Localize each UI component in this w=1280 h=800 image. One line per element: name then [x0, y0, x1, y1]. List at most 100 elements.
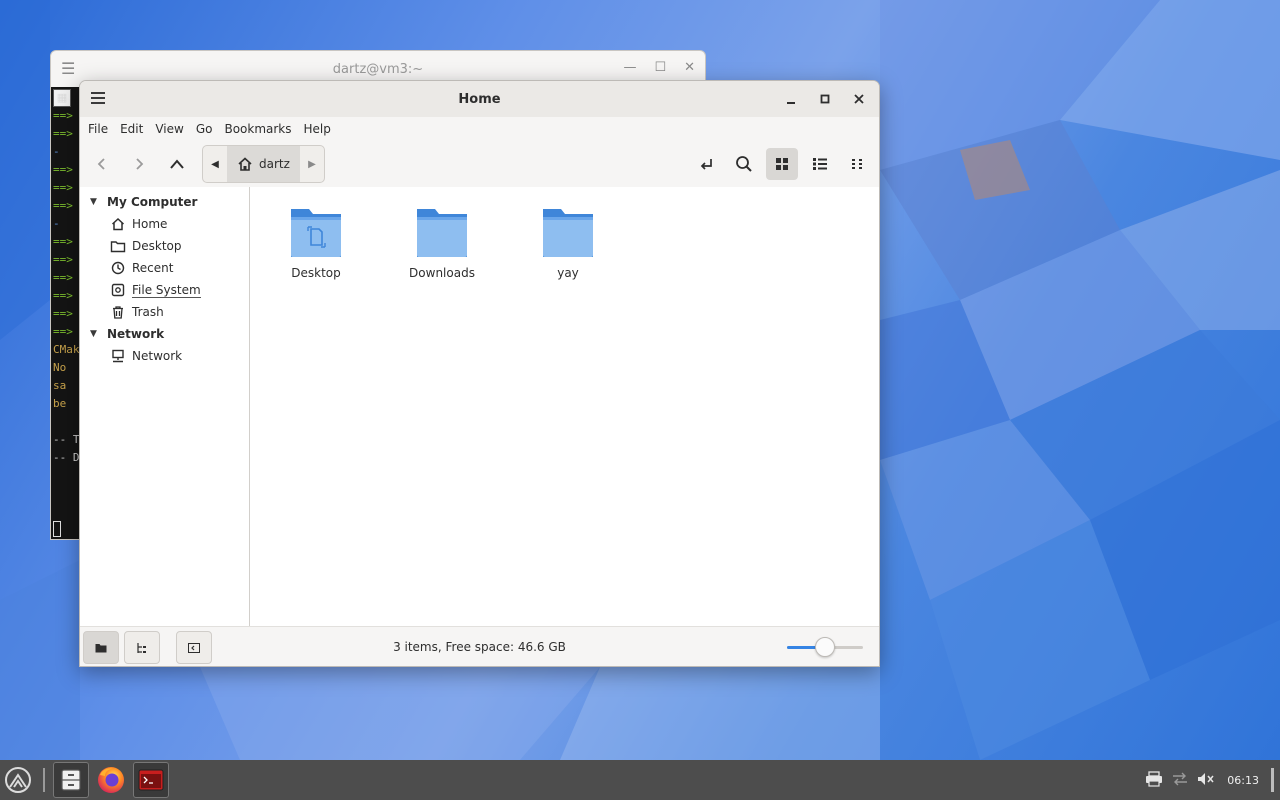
folder-icon	[110, 238, 126, 254]
folder-icon	[417, 209, 467, 257]
maximize-button[interactable]	[813, 87, 837, 111]
network-status-icon[interactable]	[1171, 771, 1189, 790]
sidebar[interactable]: ▼ My Computer Home Desktop Recent File S…	[80, 187, 250, 626]
terminal-line: ==>	[53, 109, 73, 122]
terminal-line: ==>	[53, 307, 73, 320]
toggle-sidebar-button[interactable]	[176, 631, 212, 664]
list-view-icon	[813, 158, 827, 170]
menu-view[interactable]: View	[149, 122, 189, 136]
sidebar-item-trash[interactable]: Trash	[80, 301, 249, 323]
statusbar: 3 items, Free space: 46.6 GB	[80, 626, 879, 666]
sidebar-item-recent[interactable]: Recent	[80, 257, 249, 279]
minimize-button[interactable]	[779, 87, 803, 111]
terminal-maximize-icon[interactable]: ☐	[654, 60, 666, 75]
file-item-desktop[interactable]: Desktop	[268, 205, 364, 280]
breadcrumb: ◀ dartz ▶	[202, 145, 325, 183]
folder-desktop-icon	[291, 209, 341, 257]
breadcrumb-home[interactable]: dartz	[227, 146, 300, 182]
menu-bookmarks[interactable]: Bookmarks	[218, 122, 297, 136]
maximize-icon	[820, 94, 830, 104]
compact-view-icon	[852, 159, 862, 169]
file-item-downloads[interactable]: Downloads	[394, 205, 490, 280]
taskbar-separator	[43, 768, 45, 792]
toggle-location-button[interactable]	[690, 148, 722, 180]
expander-down-icon: ▼	[90, 329, 97, 339]
back-button[interactable]	[86, 148, 118, 180]
terminal-close-icon[interactable]: ✕	[684, 60, 695, 75]
sidebar-item-desktop[interactable]: Desktop	[80, 235, 249, 257]
toolbar: ◀ dartz ▶	[80, 141, 879, 187]
terminal-tab-icon[interactable]: ▦	[53, 89, 71, 107]
trash-icon	[110, 304, 126, 320]
clock[interactable]: 06:13	[1227, 774, 1259, 787]
start-menu-button[interactable]	[2, 762, 34, 798]
file-item-yay[interactable]: yay	[520, 205, 616, 280]
terminal-line: -	[53, 145, 60, 158]
sidebar-item-file-system[interactable]: File System	[80, 279, 249, 301]
terminal-line: No	[53, 361, 67, 374]
content-area: ▼ My Computer Home Desktop Recent File S…	[80, 187, 879, 626]
icon-view-button[interactable]	[766, 148, 798, 180]
sidebar-section-label: Network	[107, 327, 165, 341]
terminal-minimize-icon[interactable]: —	[623, 60, 636, 75]
menu-edit[interactable]: Edit	[114, 122, 149, 136]
menu-help[interactable]: Help	[298, 122, 337, 136]
terminal-line: ==>	[53, 253, 73, 266]
terminal-line: ==>	[53, 199, 73, 212]
file-view[interactable]: Desktop Downloads yay	[250, 187, 879, 626]
chevron-up-icon	[170, 159, 184, 169]
terminal-line: ==>	[53, 289, 73, 302]
show-tree-button[interactable]	[124, 631, 160, 664]
window-title: Home	[458, 91, 501, 107]
menu-go[interactable]: Go	[190, 122, 219, 136]
sidebar-section-my-computer[interactable]: ▼ My Computer	[80, 191, 249, 213]
chevron-left-icon	[97, 158, 105, 170]
terminal-line: ==>	[53, 325, 73, 338]
path-scroll-left-button[interactable]: ◀	[203, 146, 227, 182]
taskbar-file-manager[interactable]	[53, 762, 89, 798]
grid-view-icon	[776, 158, 788, 170]
sidebar-item-network[interactable]: Network	[80, 345, 249, 367]
volume-muted-icon[interactable]	[1197, 771, 1215, 790]
drive-icon	[110, 282, 126, 298]
file-manager-window[interactable]: Home File Edit View Go Bookmarks Help ◀ …	[79, 80, 880, 667]
sidebar-item-label: Trash	[132, 305, 164, 319]
terminal-cursor	[53, 521, 61, 537]
breadcrumb-label: dartz	[259, 157, 290, 171]
zoom-slider[interactable]	[787, 637, 863, 657]
firefox-icon	[98, 767, 124, 793]
taskbar-firefox[interactable]	[93, 762, 129, 798]
list-view-button[interactable]	[804, 148, 836, 180]
titlebar[interactable]: Home	[80, 81, 879, 117]
show-desktop-button[interactable]	[1271, 768, 1274, 792]
file-name: yay	[557, 266, 579, 280]
terminal-line: -- T	[53, 433, 80, 446]
terminal-line: sa	[53, 379, 67, 392]
app-menu-icon[interactable]	[89, 89, 107, 107]
sidebar-item-home[interactable]: Home	[80, 213, 249, 235]
menu-file[interactable]: File	[82, 122, 114, 136]
system-tray: 06:13	[1145, 760, 1280, 800]
search-button[interactable]	[728, 148, 760, 180]
terminal-title: dartz@vm3:~	[332, 61, 424, 77]
tree-view-icon	[137, 642, 146, 653]
file-cabinet-icon	[61, 769, 81, 791]
close-button[interactable]	[847, 87, 871, 111]
up-button[interactable]	[161, 148, 193, 180]
sidebar-toggle-icon	[188, 642, 200, 653]
minimize-icon	[787, 102, 795, 104]
sidebar-item-label: Home	[132, 217, 168, 231]
zoom-slider-handle[interactable]	[815, 637, 835, 657]
forward-button[interactable]	[123, 148, 155, 180]
sidebar-section-network[interactable]: ▼ Network	[80, 323, 249, 345]
sidebar-item-label: File System	[132, 282, 201, 298]
terminal-line: ==>	[53, 163, 73, 176]
folder-icon	[543, 209, 593, 257]
home-icon	[238, 157, 252, 171]
taskbar: 06:13	[0, 760, 1280, 800]
path-scroll-right-button[interactable]: ▶	[300, 146, 324, 182]
compact-view-button[interactable]	[842, 148, 874, 180]
taskbar-terminal[interactable]	[133, 762, 169, 798]
show-places-button[interactable]	[83, 631, 119, 664]
printer-icon[interactable]	[1145, 770, 1163, 790]
